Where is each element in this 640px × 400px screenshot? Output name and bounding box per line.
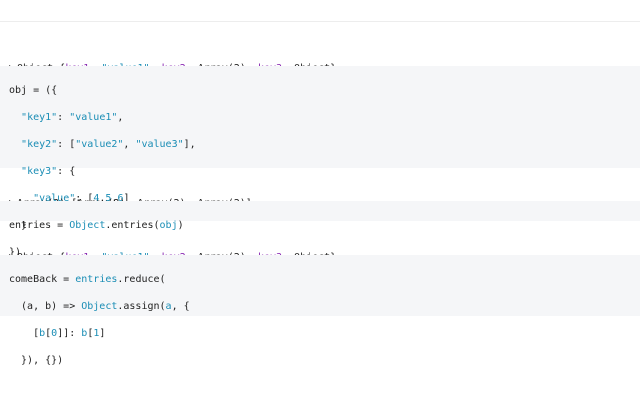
code-line: (a, b) => Object.assign(a, { [9,300,640,314]
code-line: obj = ({ [9,84,640,98]
code-text: }), {}) [9,354,64,366]
code-line: "key3": { [21,165,76,177]
string-key: "key1" [21,111,58,123]
string-key: "key3" [21,165,58,177]
code-text: .reduce( [117,273,166,285]
code-text: ) [177,219,184,231]
code-line: }), {}) [9,354,640,368]
code-text: obj = ({ [9,84,58,96]
identifier: entries [75,273,118,285]
code-line: "key2": ["value2", "value3"], [21,138,196,150]
console-output-object-2[interactable]: Object {key1: "value1", key2: Array(2), … [0,237,640,263]
code-text: .assign( [117,300,166,312]
code-block-entries: entries = Object.entries(obj) [0,201,640,231]
number: 1 [93,327,100,339]
code-text: comeBack = [9,273,76,285]
code-block-obj: obj = ({ "key1": "value1", "key2": ["val… [0,66,640,258]
console-output-array[interactable]: Array(3) [Array(2), Array(2), Array(2)] [0,183,640,209]
top-divider [0,21,640,22]
code-text: , { [171,300,190,312]
string-value: "value2" [75,138,124,150]
identifier: obj [159,219,178,231]
code-text: entries = [9,219,70,231]
identifier: b [39,327,46,339]
code-text: .entries( [105,219,160,231]
code-line: [b[0]]: b[1] [9,327,106,339]
string-value: "value1" [69,111,118,123]
code-line: "key1": "value1", [21,111,124,123]
console-output-object-1[interactable]: Object {key1: "value1", key2: Array(2), … [0,48,640,74]
code-line: entries = Object.entries(obj) [9,219,640,233]
number: 0 [51,327,58,339]
code-line: comeBack = entries.reduce( [9,273,640,287]
code-block-comeback: comeBack = entries.reduce( (a, b) => Obj… [0,255,640,366]
string-key: "key2" [21,138,58,150]
identifier: Object [81,300,118,312]
identifier: b [81,327,88,339]
identifier: Object [69,219,106,231]
string-value: "value3" [135,138,184,150]
code-text: (a, b) => [9,300,82,312]
